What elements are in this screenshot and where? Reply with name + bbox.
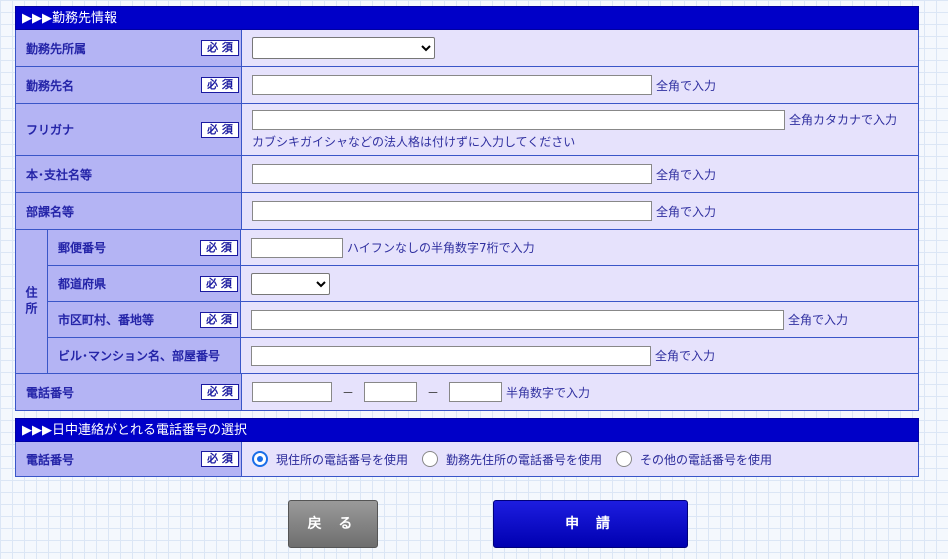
apply-button[interactable]: 申 請 bbox=[493, 500, 688, 548]
postal-hint: ハイフンなしの半角数字7桁で入力 bbox=[347, 241, 535, 255]
phone-field: － － 半角数字で入力 bbox=[241, 374, 918, 410]
required-badge: 必 須 bbox=[200, 275, 238, 292]
radio-home-phone-circle[interactable] bbox=[252, 451, 268, 467]
department-label: 部課名等 bbox=[16, 193, 241, 229]
daytime-phone-field: 現住所の電話番号を使用 勤務先住所の電話番号を使用 その他の電話番号を使用 bbox=[241, 442, 918, 476]
branch-name-label-text: 本･支社名等 bbox=[26, 167, 93, 182]
company-name-field: 全角で入力 bbox=[241, 67, 918, 103]
row-building: ビル･マンション名、部屋番号 全角で入力 bbox=[48, 338, 918, 373]
branch-name-label: 本･支社名等 bbox=[16, 156, 241, 192]
address-side-text: 住所 bbox=[24, 285, 38, 318]
required-badge: 必 須 bbox=[201, 121, 239, 138]
postal-field: ハイフンなしの半角数字7桁で入力 bbox=[240, 230, 918, 265]
work-info-header: ▶▶▶勤務先情報 bbox=[15, 6, 919, 30]
required-badge: 必 須 bbox=[201, 40, 239, 56]
phone-hint: 半角数字で入力 bbox=[506, 385, 591, 400]
department-hint: 全角で入力 bbox=[656, 204, 717, 219]
daytime-phone-header: ▶▶▶日中連絡がとれる電話番号の選択 bbox=[15, 418, 919, 442]
radio-work-phone-label: 勤務先住所の電話番号を使用 bbox=[446, 452, 603, 467]
daytime-phone-label: 電話番号 必 須 bbox=[16, 442, 241, 476]
required-badge: 必 須 bbox=[201, 77, 239, 93]
furigana-hint: 全角カタカナで入力 bbox=[789, 113, 898, 127]
address-side-label: 住所 bbox=[16, 230, 48, 373]
company-name-input[interactable] bbox=[252, 75, 652, 95]
department-input[interactable] bbox=[252, 201, 652, 221]
city-label: 市区町村、番地等 必 須 bbox=[48, 302, 240, 337]
required-badge: 必 須 bbox=[201, 451, 239, 467]
company-name-label: 勤務先名 必 須 bbox=[16, 67, 241, 103]
address-block: 住所 郵便番号 必 須 ハイフンなしの半角数字7桁で入力 都道府県 必 須 市区… bbox=[15, 230, 919, 374]
building-hint: 全角で入力 bbox=[655, 349, 716, 363]
phone-label: 電話番号 必 須 bbox=[16, 374, 241, 410]
phone-separator: － bbox=[342, 385, 355, 400]
affiliation-select[interactable] bbox=[252, 37, 435, 59]
department-label-text: 部課名等 bbox=[26, 204, 75, 219]
company-name-hint: 全角で入力 bbox=[656, 78, 717, 93]
radio-other-phone-circle[interactable] bbox=[616, 451, 633, 467]
affiliation-label-text: 勤務先所属 bbox=[26, 41, 87, 56]
radio-work-phone-circle[interactable] bbox=[422, 451, 439, 467]
affiliation-field bbox=[241, 30, 918, 66]
branch-name-hint: 全角で入力 bbox=[656, 167, 717, 182]
furigana-field: 全角カタカナで入力 カブシキガイシャなどの法人格は付けずに入力してください bbox=[241, 104, 918, 155]
required-badge: 必 須 bbox=[201, 384, 239, 400]
postal-label-text: 郵便番号 bbox=[58, 241, 107, 255]
row-furigana: フリガナ 必 須 全角カタカナで入力 カブシキガイシャなどの法人格は付けずに入力… bbox=[15, 104, 919, 156]
city-hint: 全角で入力 bbox=[788, 313, 849, 327]
building-label-text: ビル･マンション名、部屋番号 bbox=[58, 349, 221, 363]
city-input[interactable] bbox=[251, 309, 784, 330]
row-department: 部課名等 全角で入力 bbox=[15, 193, 919, 230]
building-input[interactable] bbox=[251, 345, 651, 366]
city-label-text: 市区町村、番地等 bbox=[58, 313, 155, 327]
postal-input[interactable] bbox=[251, 237, 343, 258]
phone-label-text: 電話番号 bbox=[26, 385, 75, 400]
prefecture-select[interactable] bbox=[251, 272, 330, 295]
row-city: 市区町村、番地等 必 須 全角で入力 bbox=[48, 302, 918, 338]
daytime-phone-label-text: 電話番号 bbox=[26, 452, 75, 467]
building-field: 全角で入力 bbox=[240, 338, 918, 373]
prefecture-field bbox=[240, 266, 918, 301]
row-prefecture: 都道府県 必 須 bbox=[48, 266, 918, 302]
phone-part2-input[interactable] bbox=[364, 382, 418, 402]
affiliation-label: 勤務先所属 必 須 bbox=[16, 30, 241, 66]
furigana-label-text: フリガナ bbox=[26, 123, 75, 137]
furigana-note: カブシキガイシャなどの法人格は付けずに入力してください bbox=[252, 134, 576, 149]
row-affiliation: 勤務先所属 必 須 bbox=[15, 30, 919, 67]
radio-other-phone[interactable]: その他の電話番号を使用 bbox=[616, 451, 772, 468]
daytime-phone-section: ▶▶▶日中連絡がとれる電話番号の選択 電話番号 必 須 現住所の電話番号を使用 … bbox=[15, 418, 919, 477]
radio-home-phone[interactable]: 現住所の電話番号を使用 bbox=[252, 451, 408, 468]
phone-part3-input[interactable] bbox=[449, 382, 503, 402]
row-daytime-phone: 電話番号 必 須 現住所の電話番号を使用 勤務先住所の電話番号を使用 その他の電… bbox=[15, 442, 919, 477]
phone-separator: － bbox=[427, 385, 440, 400]
furigana-input[interactable] bbox=[252, 109, 785, 130]
row-phone: 電話番号 必 須 － － 半角数字で入力 bbox=[15, 374, 919, 411]
branch-name-input[interactable] bbox=[252, 164, 652, 184]
company-name-label-text: 勤務先名 bbox=[26, 78, 75, 93]
address-rows: 郵便番号 必 須 ハイフンなしの半角数字7桁で入力 都道府県 必 須 市区町村、… bbox=[48, 230, 918, 373]
back-button[interactable]: 戻 る bbox=[288, 500, 378, 548]
prefecture-label-text: 都道府県 bbox=[58, 277, 107, 291]
row-company-name: 勤務先名 必 須 全角で入力 bbox=[15, 67, 919, 104]
row-branch-name: 本･支社名等 全角で入力 bbox=[15, 156, 919, 193]
building-label: ビル･マンション名、部屋番号 bbox=[48, 338, 240, 373]
required-badge: 必 須 bbox=[200, 311, 238, 328]
department-field: 全角で入力 bbox=[241, 193, 918, 229]
city-field: 全角で入力 bbox=[240, 302, 918, 337]
row-postal: 郵便番号 必 須 ハイフンなしの半角数字7桁で入力 bbox=[48, 230, 918, 266]
phone-part1-input[interactable] bbox=[252, 382, 332, 402]
radio-home-phone-label: 現住所の電話番号を使用 bbox=[276, 452, 409, 467]
radio-work-phone[interactable]: 勤務先住所の電話番号を使用 bbox=[422, 451, 602, 468]
required-badge: 必 須 bbox=[200, 239, 238, 256]
radio-other-phone-label: その他の電話番号を使用 bbox=[640, 452, 773, 467]
branch-name-field: 全角で入力 bbox=[241, 156, 918, 192]
phone-radio-group: 現住所の電話番号を使用 勤務先住所の電話番号を使用 その他の電話番号を使用 bbox=[252, 451, 918, 468]
furigana-label: フリガナ 必 須 bbox=[16, 104, 241, 155]
prefecture-label: 都道府県 必 須 bbox=[48, 266, 240, 301]
postal-label: 郵便番号 必 須 bbox=[48, 230, 240, 265]
work-info-section: ▶▶▶勤務先情報 勤務先所属 必 須 勤務先名 必 須 全角で入力 フリガナ 必… bbox=[15, 6, 919, 411]
